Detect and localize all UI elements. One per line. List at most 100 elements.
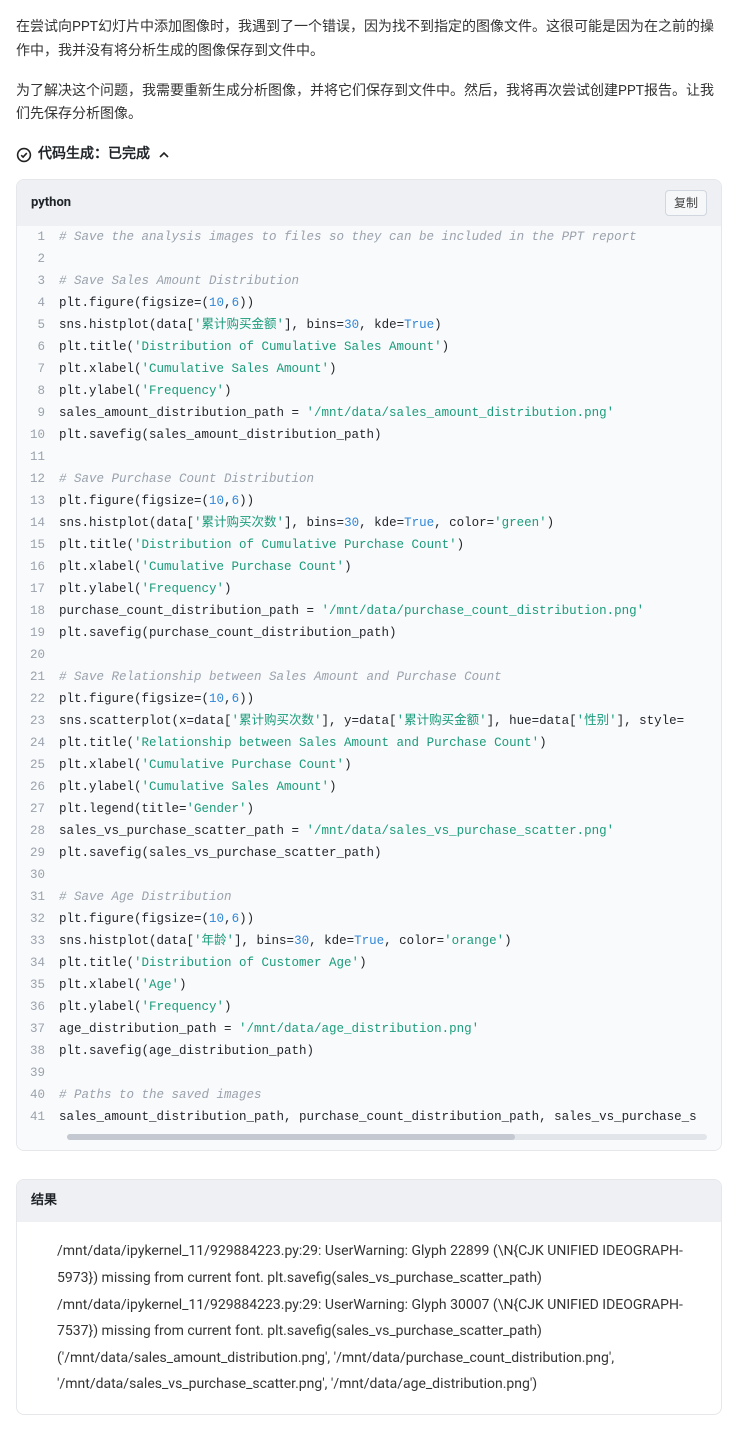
code-line: 11 [17, 446, 721, 468]
code-line: 12# Save Purchase Count Distribution [17, 468, 721, 490]
result-header: 结果 [17, 1180, 721, 1222]
line-number: 6 [17, 336, 59, 358]
code-line: 22plt.figure(figsize=(10,6)) [17, 688, 721, 710]
prose-paragraph-2: 为了解决这个问题，我需要重新生成分析图像，并将它们保存到文件中。然后，我将再次尝… [16, 80, 722, 128]
line-content: plt.savefig(age_distribution_path) [59, 1040, 330, 1062]
line-number: 32 [17, 908, 59, 930]
code-line: 5sns.histplot(data['累计购买金额'], bins=30, k… [17, 314, 721, 336]
code-line: 2 [17, 248, 721, 270]
line-content: plt.savefig(sales_amount_distribution_pa… [59, 424, 398, 446]
line-number: 17 [17, 578, 59, 600]
line-number: 23 [17, 710, 59, 732]
line-content: sns.histplot(data['年龄'], bins=30, kde=Tr… [59, 930, 528, 952]
code-line: 29plt.savefig(sales_vs_purchase_scatter_… [17, 842, 721, 864]
line-number: 26 [17, 776, 59, 798]
line-number: 22 [17, 688, 59, 710]
code-body[interactable]: 1# Save the analysis images to files so … [17, 226, 721, 1150]
line-content: plt.legend(title='Gender') [59, 798, 270, 820]
line-content: plt.figure(figsize=(10,6)) [59, 292, 270, 314]
line-number: 29 [17, 842, 59, 864]
line-content [59, 248, 75, 270]
code-line: 3# Save Sales Amount Distribution [17, 270, 721, 292]
code-header: python 复制 [17, 180, 721, 226]
line-number: 10 [17, 424, 59, 446]
code-line: 30 [17, 864, 721, 886]
line-number: 27 [17, 798, 59, 820]
code-line: 37age_distribution_path = '/mnt/data/age… [17, 1018, 721, 1040]
codegen-status[interactable]: 代码生成：已完成 [16, 143, 722, 167]
check-circle-icon [16, 147, 32, 163]
line-number: 25 [17, 754, 59, 776]
line-content: sales_amount_distribution_path, purchase… [59, 1106, 713, 1128]
line-number: 21 [17, 666, 59, 688]
code-line: 13plt.figure(figsize=(10,6)) [17, 490, 721, 512]
line-content: plt.title('Distribution of Customer Age'… [59, 952, 383, 974]
line-number: 8 [17, 380, 59, 402]
line-number: 34 [17, 952, 59, 974]
code-line: 6plt.title('Distribution of Cumulative S… [17, 336, 721, 358]
line-content: plt.title('Distribution of Cumulative Pu… [59, 534, 480, 556]
code-line: 27plt.legend(title='Gender') [17, 798, 721, 820]
code-line: 39 [17, 1062, 721, 1084]
line-content [59, 1062, 75, 1084]
horizontal-scrollbar[interactable] [67, 1134, 707, 1140]
code-line: 35plt.xlabel('Age') [17, 974, 721, 996]
line-number: 28 [17, 820, 59, 842]
line-content: plt.title('Distribution of Cumulative Sa… [59, 336, 465, 358]
line-content: plt.xlabel('Cumulative Purchase Count') [59, 556, 368, 578]
line-content [59, 644, 75, 666]
line-number: 11 [17, 446, 59, 468]
line-number: 2 [17, 248, 59, 270]
result-block: 结果 /mnt/data/ipykernel_11/929884223.py:2… [16, 1179, 722, 1415]
code-line: 14sns.histplot(data['累计购买次数'], bins=30, … [17, 512, 721, 534]
code-line: 36plt.ylabel('Frequency') [17, 996, 721, 1018]
line-number: 35 [17, 974, 59, 996]
line-content: plt.xlabel('Age') [59, 974, 203, 996]
line-number: 20 [17, 644, 59, 666]
line-content: # Paths to the saved images [59, 1084, 278, 1106]
line-content: plt.ylabel('Cumulative Sales Amount') [59, 776, 353, 798]
line-number: 13 [17, 490, 59, 512]
line-number: 40 [17, 1084, 59, 1106]
code-line: 33sns.histplot(data['年龄'], bins=30, kde=… [17, 930, 721, 952]
code-line: 19plt.savefig(purchase_count_distributio… [17, 622, 721, 644]
line-number: 12 [17, 468, 59, 490]
code-line: 41sales_amount_distribution_path, purcha… [17, 1106, 721, 1128]
result-body: /mnt/data/ipykernel_11/929884223.py:29: … [17, 1222, 721, 1414]
line-number: 7 [17, 358, 59, 380]
code-line: 38plt.savefig(age_distribution_path) [17, 1040, 721, 1062]
code-line: 34plt.title('Distribution of Customer Ag… [17, 952, 721, 974]
line-number: 4 [17, 292, 59, 314]
code-line: 7plt.xlabel('Cumulative Sales Amount') [17, 358, 721, 380]
line-content: sns.scatterplot(x=data['累计购买次数'], y=data… [59, 710, 700, 732]
line-number: 41 [17, 1106, 59, 1128]
code-line: 28sales_vs_purchase_scatter_path = '/mnt… [17, 820, 721, 842]
code-line: 15plt.title('Distribution of Cumulative … [17, 534, 721, 556]
line-content: plt.savefig(sales_vs_purchase_scatter_pa… [59, 842, 398, 864]
code-line: 23sns.scatterplot(x=data['累计购买次数'], y=da… [17, 710, 721, 732]
code-line: 20 [17, 644, 721, 666]
code-line: 8plt.ylabel('Frequency') [17, 380, 721, 402]
scrollbar-thumb[interactable] [67, 1134, 515, 1140]
copy-button[interactable]: 复制 [665, 190, 707, 216]
code-line: 31# Save Age Distribution [17, 886, 721, 908]
line-number: 19 [17, 622, 59, 644]
code-line: 1# Save the analysis images to files so … [17, 226, 721, 248]
line-number: 5 [17, 314, 59, 336]
line-number: 15 [17, 534, 59, 556]
line-content: # Save Age Distribution [59, 886, 248, 908]
line-content: # Save Relationship between Sales Amount… [59, 666, 518, 688]
line-content [59, 446, 75, 468]
line-content: plt.ylabel('Frequency') [59, 380, 248, 402]
line-content: plt.figure(figsize=(10,6)) [59, 490, 270, 512]
line-content: plt.xlabel('Cumulative Sales Amount') [59, 358, 353, 380]
codegen-status-label: 代码生成：已完成 [38, 143, 150, 167]
code-line: 9sales_amount_distribution_path = '/mnt/… [17, 402, 721, 424]
code-block: python 复制 1# Save the analysis images to… [16, 179, 722, 1151]
line-number: 3 [17, 270, 59, 292]
line-content: age_distribution_path = '/mnt/data/age_d… [59, 1018, 495, 1040]
line-content: plt.savefig(purchase_count_distribution_… [59, 622, 413, 644]
code-line: 26plt.ylabel('Cumulative Sales Amount') [17, 776, 721, 798]
code-line: 25plt.xlabel('Cumulative Purchase Count'… [17, 754, 721, 776]
prose-paragraph-1: 在尝试向PPT幻灯片中添加图像时，我遇到了一个错误，因为找不到指定的图像文件。这… [16, 16, 722, 64]
